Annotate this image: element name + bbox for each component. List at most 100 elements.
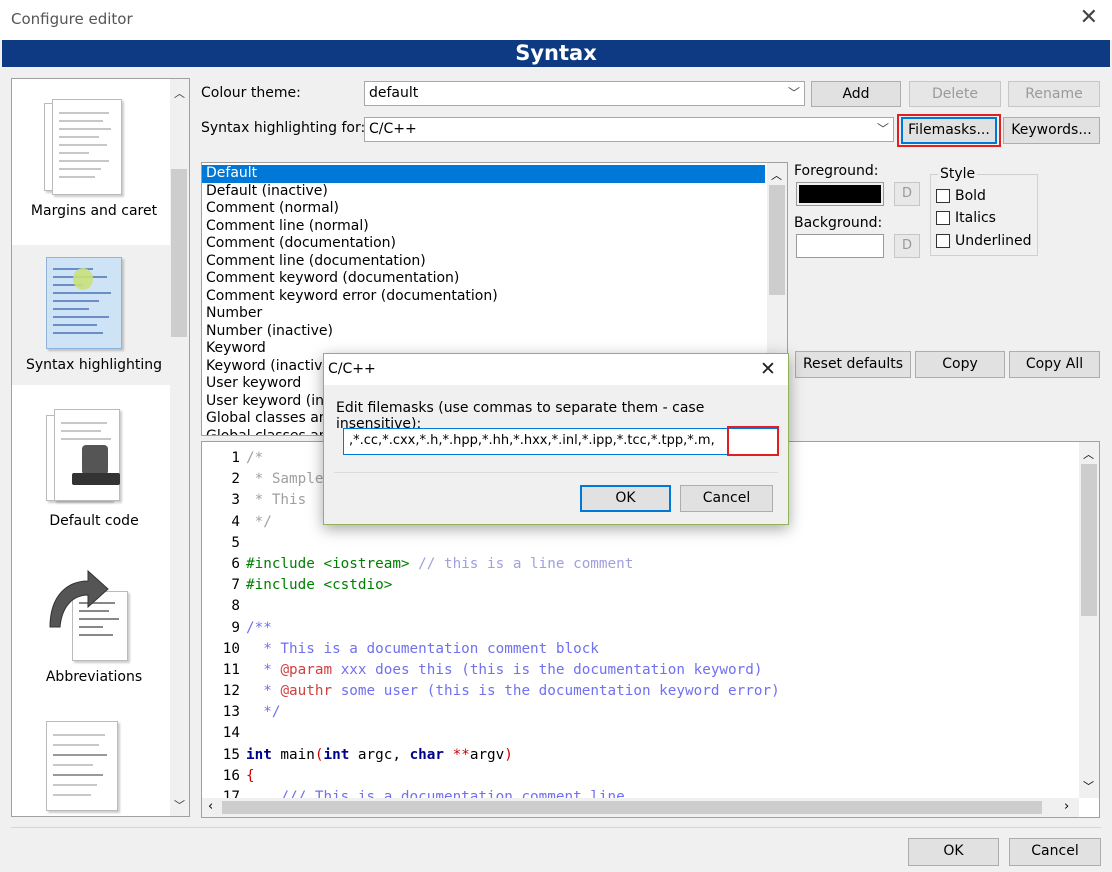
- divider: [11, 827, 1101, 828]
- code-token: */: [246, 704, 281, 721]
- code-text: * This is a documentation comment block: [246, 639, 599, 660]
- sidebar-item-abbreviations[interactable]: Abbreviations: [12, 553, 177, 693]
- foreground-color-swatch[interactable]: [796, 182, 884, 206]
- code-token: #include <iostream>: [246, 555, 410, 572]
- code-line: 11 * @param xxx does this (this is the d…: [202, 660, 1079, 681]
- code-line: 8: [202, 596, 1079, 617]
- scrollbar-thumb[interactable]: [171, 169, 187, 337]
- code-token: * This: [246, 492, 315, 509]
- code-line: 9 /**: [202, 618, 1079, 639]
- sidebar-item-label: Syntax highlighting: [25, 357, 163, 373]
- bold-checkbox[interactable]: [936, 189, 950, 203]
- filemasks-button[interactable]: Filemasks...: [901, 117, 997, 144]
- section-banner: Syntax: [2, 40, 1110, 67]
- foreground-label: Foreground:: [794, 163, 879, 179]
- style-list-item[interactable]: Comment keyword (documentation): [202, 270, 765, 288]
- code-vertical-scrollbar[interactable]: ︿ ﹀: [1079, 442, 1099, 798]
- code-text: * @authr some user (this is the document…: [246, 681, 779, 702]
- sidebar-scrollbar[interactable]: ︿ ﹀: [170, 79, 189, 816]
- code-line: 15 int main(int argc, char **argv): [202, 745, 1079, 766]
- code-token: ): [504, 746, 513, 763]
- line-number: 6: [231, 555, 240, 572]
- scroll-up-icon[interactable]: ︿: [174, 85, 185, 101]
- scroll-down-icon[interactable]: ﹀: [1083, 778, 1094, 794]
- chevron-down-icon: ﹀: [787, 86, 800, 100]
- colour-theme-value: default: [369, 85, 419, 101]
- close-icon[interactable]: ✕: [1080, 7, 1098, 29]
- code-text: */: [246, 512, 272, 533]
- scroll-right-icon[interactable]: ›: [1064, 799, 1069, 814]
- add-theme-button[interactable]: Add: [811, 81, 901, 107]
- code-token: #include <cstdio>: [246, 577, 393, 594]
- code-token: {: [246, 767, 255, 784]
- ok-button[interactable]: OK: [908, 838, 999, 866]
- sidebar-item-label: Abbreviations: [45, 669, 143, 685]
- sidebar-item-templates[interactable]: [12, 709, 177, 816]
- background-default-button[interactable]: D: [894, 234, 920, 258]
- scrollbar-thumb[interactable]: [1081, 464, 1097, 616]
- style-list-item[interactable]: Number (inactive): [202, 323, 765, 341]
- scroll-down-icon[interactable]: ﹀: [174, 797, 185, 813]
- style-list-item[interactable]: Default: [202, 165, 765, 183]
- style-list-item[interactable]: Comment (normal): [202, 200, 765, 218]
- scroll-up-icon[interactable]: ︿: [1083, 446, 1094, 462]
- style-list-item[interactable]: Number: [202, 305, 765, 323]
- foreground-default-button[interactable]: D: [894, 182, 920, 206]
- code-token: /**: [246, 619, 272, 636]
- reset-defaults-button[interactable]: Reset defaults: [795, 351, 911, 378]
- scrollbar-thumb[interactable]: [769, 185, 785, 295]
- code-token: argv: [469, 746, 505, 763]
- line-number: 11: [222, 661, 240, 678]
- keywords-button[interactable]: Keywords...: [1003, 117, 1100, 144]
- underlined-label: Underlined: [955, 233, 1032, 249]
- code-line: 13 */: [202, 702, 1079, 723]
- copy-button[interactable]: Copy: [915, 351, 1005, 378]
- sidebar-item-margins[interactable]: Margins and caret: [12, 79, 177, 229]
- code-text: * Sample: [246, 469, 324, 490]
- style-list-item[interactable]: Default (inactive): [202, 183, 765, 201]
- scroll-left-icon[interactable]: ‹: [208, 799, 213, 814]
- code-text: * @param xxx does this (this is the docu…: [246, 660, 762, 681]
- syntax-language-select[interactable]: C/C++ ﹀: [364, 117, 894, 142]
- line-number: 2: [231, 471, 240, 488]
- code-token: /*: [246, 450, 264, 466]
- rename-theme-button[interactable]: Rename: [1008, 81, 1100, 107]
- code-line: 10 * This is a documentation comment blo…: [202, 639, 1079, 660]
- line-number: 12: [222, 683, 240, 700]
- code-token: int: [323, 746, 350, 763]
- code-token: **: [444, 746, 470, 763]
- scroll-up-icon[interactable]: ︿: [771, 167, 782, 183]
- code-horizontal-scrollbar[interactable]: ‹ ›: [202, 798, 1079, 817]
- code-line: 7 #include <cstdio>: [202, 575, 1079, 596]
- code-line: 14: [202, 723, 1079, 744]
- delete-theme-button[interactable]: Delete: [909, 81, 1001, 107]
- background-label: Background:: [794, 215, 883, 231]
- copy-all-button[interactable]: Copy All: [1009, 351, 1100, 378]
- code-token: * Sample: [246, 471, 324, 488]
- pages-icon: [42, 99, 130, 199]
- line-number: 16: [222, 767, 240, 784]
- colour-theme-select[interactable]: default ﹀: [364, 81, 805, 106]
- dialog-cancel-button[interactable]: Cancel: [680, 485, 773, 512]
- scrollbar-thumb[interactable]: [222, 801, 1042, 814]
- line-number: 13: [222, 704, 240, 721]
- style-list-item[interactable]: Comment keyword error (documentation): [202, 288, 765, 306]
- code-text: * This: [246, 490, 315, 511]
- code-token: * This is a documentation comment block: [246, 640, 599, 657]
- close-icon[interactable]: ✕: [760, 358, 776, 380]
- filemasks-input[interactable]: ,*.cc,*.cxx,*.h,*.hpp,*.hh,*.hxx,*.inl,*…: [343, 428, 778, 455]
- sidebar-item-default-code[interactable]: Default code: [12, 397, 177, 537]
- style-list-item[interactable]: Comment line (documentation): [202, 253, 765, 271]
- style-list-item[interactable]: Comment line (normal): [202, 218, 765, 236]
- code-text: int main(int argc, char **argv): [246, 745, 513, 766]
- dialog-ok-button[interactable]: OK: [580, 485, 671, 512]
- sidebar-item-syntax-highlighting[interactable]: Syntax highlighting: [12, 245, 177, 385]
- background-color-swatch[interactable]: [796, 234, 884, 258]
- cancel-button[interactable]: Cancel: [1009, 838, 1101, 866]
- italics-checkbox[interactable]: [936, 211, 950, 225]
- code-token: argc,: [349, 746, 410, 763]
- line-number: 8: [231, 598, 240, 615]
- style-group-title: Style: [938, 166, 978, 182]
- underlined-checkbox[interactable]: [936, 234, 950, 248]
- style-list-item[interactable]: Comment (documentation): [202, 235, 765, 253]
